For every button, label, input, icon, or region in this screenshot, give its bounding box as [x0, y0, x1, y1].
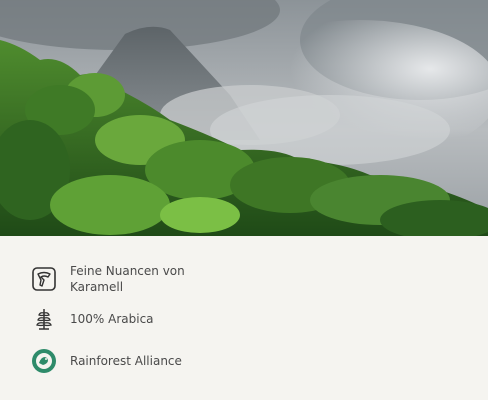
rainforest-alliance-icon	[30, 347, 58, 375]
feature-item-arabica: 100% Arabica	[30, 305, 250, 333]
feature-item-rainforest: Rainforest Alliance	[30, 347, 250, 375]
feature-label: Rainforest Alliance	[70, 354, 182, 368]
caramel-icon	[30, 265, 58, 293]
feature-item-caramel: Feine Nuancen von Karamell	[30, 263, 250, 295]
feature-list: Feine Nuancen von Karamell 100% Arabica	[0, 236, 488, 400]
volcano-forest-photo	[0, 0, 488, 236]
hero-image	[0, 0, 488, 236]
feature-label: Feine Nuancen von Karamell	[70, 264, 185, 294]
feature-label: 100% Arabica	[70, 312, 154, 326]
plant-icon	[30, 305, 58, 333]
